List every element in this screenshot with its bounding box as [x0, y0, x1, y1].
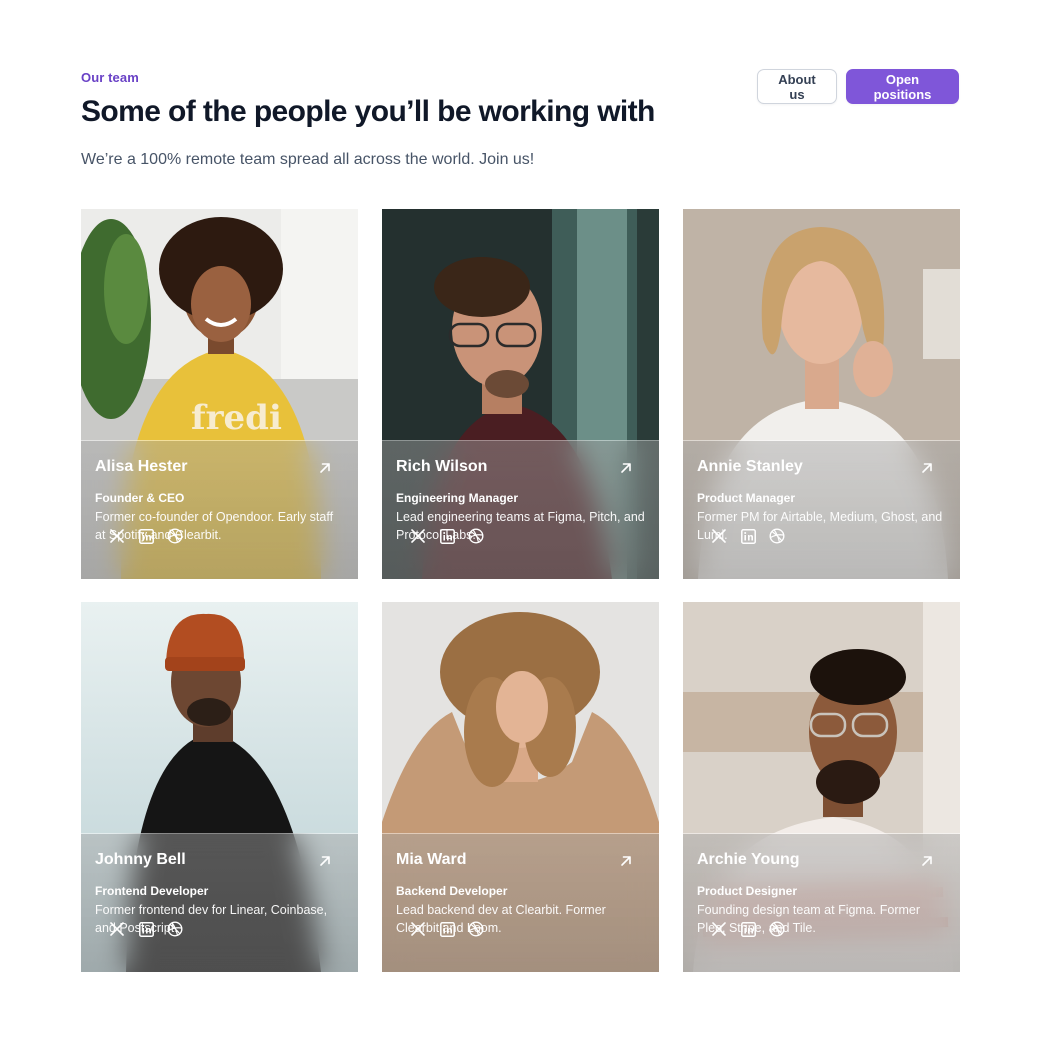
- social-links: [109, 528, 358, 544]
- card-overlay: Archie Young Product Designer Founding d…: [683, 833, 960, 972]
- section-header: Our team Some of the people you’ll be wo…: [81, 69, 959, 172]
- member-role: Founder & CEO: [95, 491, 185, 505]
- x-icon[interactable]: [410, 528, 426, 544]
- dribbble-icon[interactable]: [769, 921, 785, 937]
- svg-text:fredi: fredi: [191, 398, 282, 438]
- open-positions-button[interactable]: Open positions: [846, 69, 959, 104]
- linkedin-icon[interactable]: [439, 921, 455, 937]
- team-section: Our team Some of the people you’ll be wo…: [0, 0, 1040, 1041]
- x-icon[interactable]: [711, 528, 727, 544]
- x-icon[interactable]: [410, 921, 426, 937]
- social-links: [109, 921, 358, 937]
- team-card[interactable]: Mia Ward Backend Developer Lead backend …: [382, 602, 659, 972]
- header-actions: About us Open positions: [757, 69, 959, 104]
- card-overlay: Annie Stanley Product Manager Former PM …: [683, 440, 960, 579]
- arrow-up-right-icon[interactable]: [918, 459, 936, 477]
- linkedin-icon[interactable]: [138, 921, 154, 937]
- arrow-up-right-icon[interactable]: [918, 852, 936, 870]
- linkedin-icon[interactable]: [439, 528, 455, 544]
- social-links: [711, 921, 960, 937]
- card-overlay: Johnny Bell Frontend Developer Former fr…: [81, 833, 358, 972]
- social-links: [410, 528, 659, 544]
- team-card[interactable]: fredi Alisa Hester Founder & CEO Former …: [81, 209, 358, 579]
- dribbble-icon[interactable]: [468, 921, 484, 937]
- about-us-button[interactable]: About us: [757, 69, 837, 104]
- social-links: [410, 921, 659, 937]
- member-name: Rich Wilson: [396, 458, 488, 475]
- arrow-up-right-icon[interactable]: [617, 459, 635, 477]
- member-role: Backend Developer: [396, 884, 508, 898]
- card-overlay: Mia Ward Backend Developer Lead backend …: [382, 833, 659, 972]
- team-card[interactable]: Rich Wilson Engineering Manager Lead eng…: [382, 209, 659, 579]
- linkedin-icon[interactable]: [740, 921, 756, 937]
- social-links: [711, 528, 960, 544]
- member-role: Frontend Developer: [95, 884, 209, 898]
- team-card[interactable]: Johnny Bell Frontend Developer Former fr…: [81, 602, 358, 972]
- member-role: Product Manager: [697, 491, 796, 505]
- member-name: Alisa Hester: [95, 458, 188, 475]
- team-card[interactable]: Archie Young Product Designer Founding d…: [683, 602, 960, 972]
- member-role: Product Designer: [697, 884, 798, 898]
- dribbble-icon[interactable]: [769, 528, 785, 544]
- team-card[interactable]: Annie Stanley Product Manager Former PM …: [683, 209, 960, 579]
- member-name: Annie Stanley: [697, 458, 803, 475]
- linkedin-icon[interactable]: [740, 528, 756, 544]
- dribbble-icon[interactable]: [167, 921, 183, 937]
- x-icon[interactable]: [109, 528, 125, 544]
- card-overlay: Alisa Hester Founder & CEO Former co-fou…: [81, 440, 358, 579]
- arrow-up-right-icon[interactable]: [316, 852, 334, 870]
- arrow-up-right-icon[interactable]: [316, 459, 334, 477]
- member-name: Mia Ward: [396, 851, 467, 868]
- team-grid: fredi Alisa Hester Founder & CEO Former …: [81, 209, 960, 972]
- linkedin-icon[interactable]: [138, 528, 154, 544]
- page-subtitle: We’re a 100% remote team spread all acro…: [81, 151, 535, 168]
- member-name: Johnny Bell: [95, 851, 186, 868]
- member-role: Engineering Manager: [396, 491, 519, 505]
- member-name: Archie Young: [697, 851, 800, 868]
- arrow-up-right-icon[interactable]: [617, 852, 635, 870]
- dribbble-icon[interactable]: [167, 528, 183, 544]
- dribbble-icon[interactable]: [468, 528, 484, 544]
- card-overlay: Rich Wilson Engineering Manager Lead eng…: [382, 440, 659, 579]
- x-icon[interactable]: [711, 921, 727, 937]
- x-icon[interactable]: [109, 921, 125, 937]
